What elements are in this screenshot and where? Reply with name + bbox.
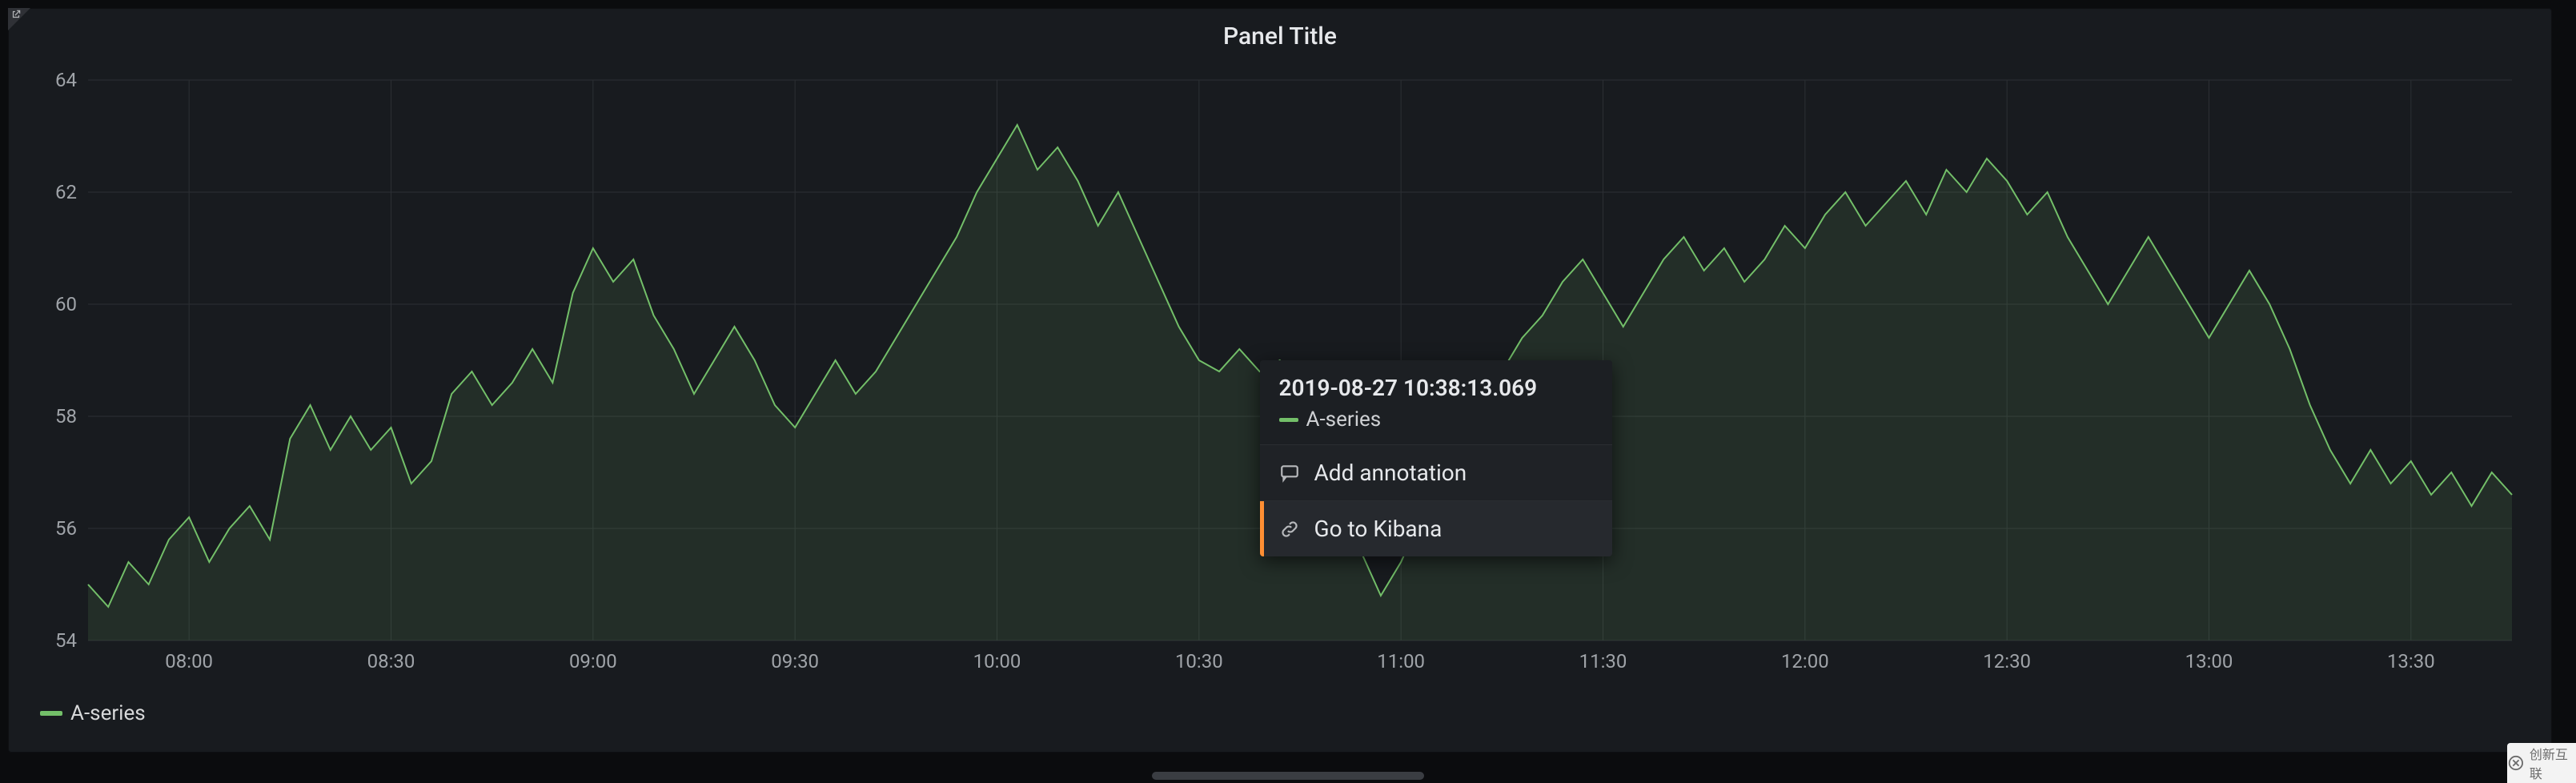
svg-text:13:30: 13:30	[2387, 650, 2435, 673]
svg-text:54: 54	[55, 629, 77, 652]
legend-swatch	[40, 711, 62, 716]
panel-expand-button[interactable]	[8, 8, 30, 30]
svg-text:62: 62	[55, 181, 77, 203]
svg-text:12:30: 12:30	[1983, 650, 2031, 673]
legend[interactable]: A-series	[40, 701, 146, 725]
svg-text:58: 58	[55, 405, 77, 428]
link-icon	[1279, 519, 1300, 540]
context-menu-series-label: A-series	[1306, 408, 1382, 432]
external-link-icon	[10, 9, 22, 20]
context-menu-swatch	[1279, 418, 1298, 422]
svg-text:60: 60	[55, 293, 77, 315]
svg-text:12:00: 12:00	[1781, 650, 1829, 673]
svg-text:13:00: 13:00	[2185, 650, 2233, 673]
svg-text:11:30: 11:30	[1579, 650, 1627, 673]
context-menu-item-go-to-kibana[interactable]: Go to Kibana	[1260, 500, 1612, 556]
svg-text:08:00: 08:00	[165, 650, 213, 673]
panel-title: Panel Title	[8, 8, 2552, 58]
svg-text:08:30: 08:30	[367, 650, 415, 673]
context-menu-item-label: Go to Kibana	[1314, 516, 1442, 542]
context-menu-timestamp: 2019-08-27 10:38:13.069	[1279, 375, 1593, 401]
context-menu-item-add-annotation[interactable]: Add annotation	[1260, 444, 1612, 500]
horizontal-scrollbar-thumb[interactable]	[1152, 772, 1424, 780]
page-root: Panel Title 54 56 58 60 62 64 08:00 08:30 09:00 0…	[0, 0, 2576, 783]
svg-text:09:00: 09:00	[569, 650, 617, 673]
svg-text:56: 56	[55, 517, 77, 540]
context-menu-item-label: Add annotation	[1314, 460, 1467, 486]
svg-text:11:00: 11:00	[1377, 650, 1425, 673]
comment-icon	[1279, 463, 1300, 484]
context-menu-series: A-series	[1279, 408, 1593, 432]
watermark-icon	[2507, 753, 2525, 773]
svg-text:10:00: 10:00	[973, 650, 1021, 673]
svg-text:10:30: 10:30	[1175, 650, 1223, 673]
watermark: 创新互联	[2507, 743, 2576, 783]
watermark-text: 创新互联	[2530, 744, 2576, 782]
legend-label: A-series	[70, 701, 146, 725]
context-menu: 2019-08-27 10:38:13.069 A-series Add ann…	[1260, 360, 1612, 556]
svg-text:09:30: 09:30	[771, 650, 819, 673]
svg-text:64: 64	[55, 72, 77, 91]
context-menu-header: 2019-08-27 10:38:13.069 A-series	[1260, 360, 1612, 444]
